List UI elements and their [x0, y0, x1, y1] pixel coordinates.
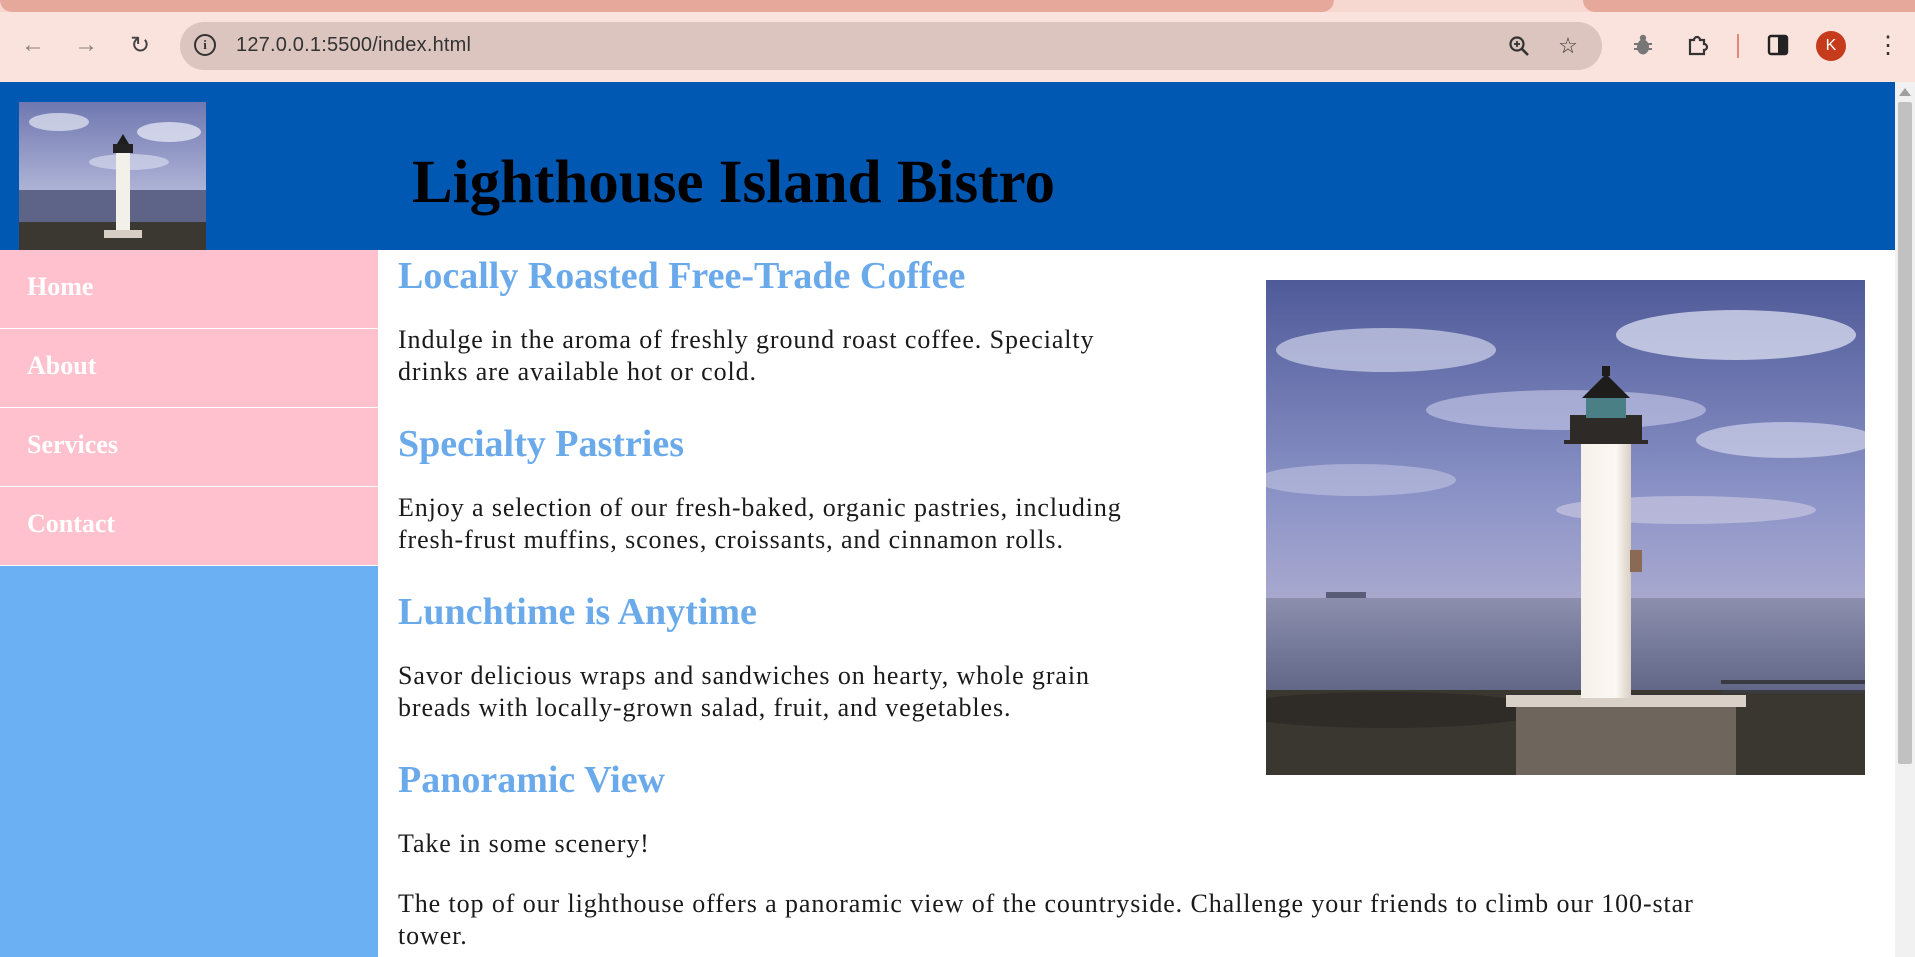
puzzle-icon[interactable]	[1680, 27, 1716, 63]
scrollbar-thumb[interactable]	[1898, 102, 1912, 764]
section-text: Indulge in the aroma of freshly ground r…	[398, 325, 1095, 354]
section-text: Take in some scenery!	[398, 829, 650, 858]
nav-link-about[interactable]: About	[27, 351, 96, 381]
nav-item-services[interactable]: Services	[0, 408, 378, 487]
nav-link-contact[interactable]: Contact	[27, 509, 115, 539]
more-vert-icon[interactable]: ⋮	[1870, 27, 1906, 63]
section-text: drinks are available hot or cold.	[398, 357, 757, 386]
main-content: Locally Roasted Free-Trade Coffee Indulg…	[378, 250, 1895, 957]
tab-strip	[0, 0, 1915, 12]
address-bar[interactable]: i 127.0.0.1:5500/index.html ☆	[180, 22, 1602, 70]
site-title: Lighthouse Island Bistro	[412, 149, 1055, 216]
url-text[interactable]: 127.0.0.1:5500/index.html	[236, 34, 471, 57]
section-text: fresh-frust muffins, scones, croissants,…	[398, 525, 1064, 554]
bug-icon[interactable]	[1625, 27, 1661, 63]
profile-avatar[interactable]: K	[1816, 31, 1846, 61]
star-icon[interactable]: ☆	[1553, 31, 1583, 61]
section-text: Savor delicious wraps and sandwiches on …	[398, 661, 1090, 690]
section-heading: Lunchtime is Anytime	[398, 591, 757, 633]
nav-link-home[interactable]: Home	[27, 272, 93, 302]
section-text: The top of our lighthouse offers a panor…	[398, 889, 1694, 918]
nav-item-home[interactable]: Home	[0, 250, 378, 329]
toolbar-separator	[1737, 34, 1739, 58]
section-heading: Panoramic View	[398, 759, 666, 801]
page-viewport: Lighthouse Island Bistro Home About Serv…	[0, 82, 1895, 957]
zoom-icon[interactable]	[1504, 31, 1534, 61]
lighthouse-photo	[1266, 280, 1865, 775]
sidebar-nav: Home About Services Contact	[0, 250, 378, 957]
reload-icon[interactable]: ↻	[122, 27, 158, 63]
section-heading: Locally Roasted Free-Trade Coffee	[398, 255, 966, 297]
back-arrow-icon[interactable]: ←	[15, 27, 51, 63]
nav-item-about[interactable]: About	[0, 329, 378, 408]
browser-toolbar: ← → ↻ i 127.0.0.1:5500/index.html ☆ K ⋮	[0, 0, 1915, 82]
section-heading: Specialty Pastries	[398, 423, 685, 465]
tab-right[interactable]	[1583, 0, 1915, 12]
scroll-up-arrow-icon[interactable]	[1899, 88, 1911, 96]
section-text: breads with locally-grown salad, fruit, …	[398, 693, 1012, 722]
nav-link-services[interactable]: Services	[27, 430, 118, 460]
nav-item-contact[interactable]: Contact	[0, 487, 378, 566]
info-icon[interactable]: i	[194, 34, 216, 56]
site-header: Lighthouse Island Bistro	[0, 82, 1895, 250]
section-text: Enjoy a selection of our fresh-baked, or…	[398, 493, 1122, 522]
section-text: tower.	[398, 921, 468, 950]
side-panel-icon[interactable]	[1760, 27, 1796, 63]
lighthouse-logo-image	[19, 102, 206, 250]
active-tab[interactable]	[0, 0, 1334, 12]
forward-arrow-icon[interactable]: →	[68, 27, 104, 63]
